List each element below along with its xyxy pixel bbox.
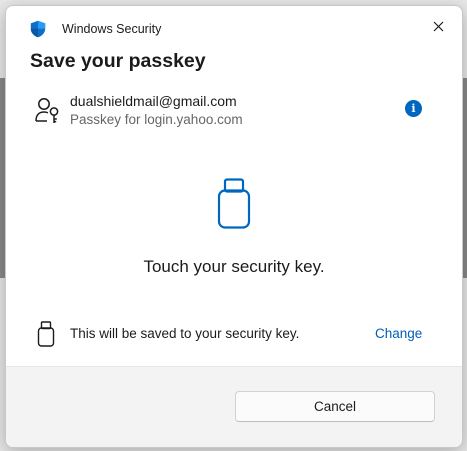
cancel-button[interactable]: Cancel [235,391,435,422]
info-icon[interactable]: i [405,100,422,117]
close-button[interactable] [424,12,452,40]
account-email: dualshieldmail@gmail.com [70,93,237,109]
dialog-footer: Cancel [6,366,462,447]
usb-security-key-icon [37,321,55,347]
save-destination-text: This will be saved to your security key. [70,326,300,341]
touch-instruction: Touch your security key. [143,257,325,276]
usb-security-key-icon [217,178,251,229]
passkey-dialog: Windows Security Save your passkey duals… [5,5,463,448]
app-title: Windows Security [62,22,162,36]
dialog-heading: Save your passkey [30,50,206,72]
shield-icon [30,20,46,38]
change-link[interactable]: Change [375,326,422,341]
title-bar: Windows Security [6,6,462,46]
close-icon [433,21,443,31]
user-key-icon [35,98,59,123]
passkey-site: Passkey for login.yahoo.com [70,112,243,127]
